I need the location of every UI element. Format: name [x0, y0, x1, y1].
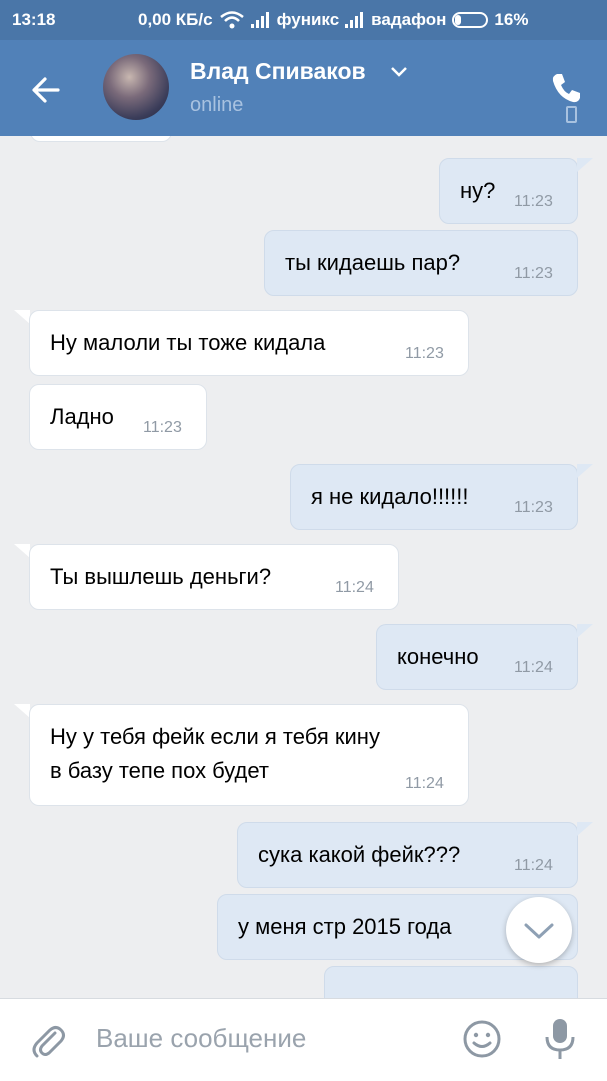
contact-name[interactable]: Влад Спиваков: [190, 58, 366, 85]
bubble-tail: [14, 704, 30, 718]
message-bubble[interactable]: сука какой фейк??? 11:24: [237, 822, 578, 888]
message-time: 11:23: [514, 193, 553, 210]
status-bar: 13:18 0,00 КБ/с фуникс вадафон 16%: [0, 0, 607, 40]
message-bubble[interactable]: ты кидаешь пар? 11:23: [264, 230, 578, 296]
phone-call-icon[interactable]: [548, 70, 584, 106]
partial-message: [324, 966, 578, 998]
message-time: 11:24: [335, 579, 374, 596]
message-bubble[interactable]: Ну у тебя фейк если я тебя кину в базу т…: [29, 704, 469, 806]
back-arrow-icon[interactable]: [28, 72, 64, 108]
message-text: сука какой фейк???: [258, 842, 461, 867]
chevron-down-icon[interactable]: [390, 66, 408, 78]
battery-icon: [452, 12, 489, 28]
scroll-down-button[interactable]: [506, 897, 572, 963]
bubble-tail: [14, 544, 30, 558]
chat-header: Влад Спиваков online: [0, 40, 607, 136]
message-text: ну?: [460, 178, 496, 203]
smile-icon[interactable]: [462, 1019, 502, 1059]
avatar[interactable]: [103, 54, 169, 120]
carrier-2: вадафон: [371, 10, 447, 29]
message-text: Ну малоли ты тоже кидала: [50, 330, 326, 355]
message-time: 11:24: [514, 857, 553, 874]
signal-icon: [250, 12, 271, 28]
message-time: 11:23: [514, 499, 553, 516]
message-time: 11:23: [405, 345, 444, 362]
chevron-down-icon: [524, 923, 554, 939]
status-time: 13:18: [12, 10, 56, 29]
message-bubble[interactable]: Ладно 11:23: [29, 384, 207, 450]
partial-message: [30, 136, 172, 142]
contact-status: online: [190, 94, 244, 116]
message-bubble[interactable]: я не кидало!!!!!! 11:23: [290, 464, 578, 530]
carrier-1: фуникс: [276, 10, 340, 29]
message-bubble[interactable]: Ты вышлешь деньги? 11:24: [29, 544, 399, 610]
bubble-tail: [14, 310, 30, 324]
wifi-icon: [219, 11, 244, 29]
message-text: Ладно: [50, 404, 114, 429]
message-text: ты кидаешь пар?: [285, 250, 461, 275]
bubble-tail: [577, 158, 593, 172]
message-bubble[interactable]: Ну малоли ты тоже кидала 11:23: [29, 310, 469, 376]
message-text: у меня стр 2015 года: [238, 914, 452, 939]
battery-level: 16%: [494, 10, 529, 29]
message-list[interactable]: ну? 11:23 ты кидаешь пар? 11:23 Ну малол…: [0, 136, 607, 998]
message-time: 11:23: [514, 265, 553, 282]
microphone-icon[interactable]: [544, 1017, 576, 1061]
composer-bar: Ваше сообщение: [0, 998, 607, 1081]
status-indicators: 0,00 КБ/с фуникс вадафон 16%: [138, 10, 528, 30]
message-time: 11:24: [405, 775, 444, 792]
message-time: 11:23: [143, 419, 182, 436]
message-input[interactable]: Ваше сообщение: [96, 1023, 306, 1054]
network-speed: 0,00 КБ/с: [138, 10, 213, 29]
bubble-tail: [577, 464, 593, 478]
message-bubble[interactable]: ну? 11:23: [439, 158, 578, 224]
mobile-device-icon: [566, 106, 577, 123]
message-text: Ты вышлешь деньги?: [50, 564, 272, 589]
message-text: Ну у тебя фейк если я тебя кину в базу т…: [50, 724, 380, 783]
bubble-tail: [577, 822, 593, 836]
message-text: я не кидало!!!!!!: [311, 484, 469, 509]
message-time: 11:24: [514, 659, 553, 676]
bubble-tail: [577, 624, 593, 638]
signal-icon: [345, 12, 365, 28]
paperclip-icon[interactable]: [28, 1021, 68, 1061]
message-text: конечно: [397, 644, 479, 669]
message-bubble[interactable]: конечно 11:24: [376, 624, 578, 690]
